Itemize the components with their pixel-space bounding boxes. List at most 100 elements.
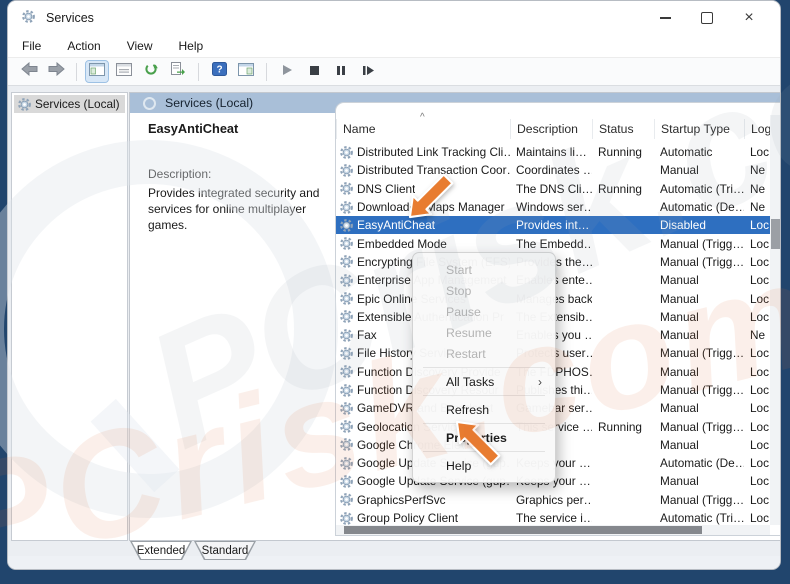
column-header-startup-type[interactable]: Startup Type: [654, 118, 744, 139]
table-row[interactable]: FaxEnables you …ManualNe: [336, 326, 780, 344]
gear-icon: [340, 475, 353, 488]
table-row[interactable]: GameDVR and BroadcastGamebar ser…ManualL…: [336, 399, 780, 417]
menu-action[interactable]: Action: [67, 39, 100, 53]
service-startup-type-cell: Manual (Trigg…: [660, 492, 744, 507]
restart-icon: [362, 63, 375, 81]
show-console-tree-button[interactable]: [85, 60, 109, 83]
service-name: Fax: [357, 328, 377, 343]
service-startup-type-cell: Manual: [660, 328, 699, 343]
table-row[interactable]: Embedded Mode The Embedd… Manual (Trigg… Lo…: [336, 234, 780, 252]
table-row[interactable]: Geolocation ServiceThis service …Running…: [336, 417, 780, 435]
gear-icon: [340, 200, 353, 214]
close-icon: ×: [744, 9, 754, 26]
stop-service-button[interactable]: [303, 61, 325, 82]
start-service-button[interactable]: [276, 61, 298, 82]
play-icon: [281, 63, 293, 81]
tab-standard[interactable]: Standard: [194, 541, 256, 560]
action-pane-icon: [238, 62, 254, 81]
table-row[interactable]: Extensible Authentication PrThe Extensib…: [336, 308, 780, 326]
vertical-scrollbar-thumb[interactable]: [771, 219, 780, 249]
gear-icon: [340, 511, 353, 525]
table-row[interactable]: Function Discovery ProvideThe FDPHOS…Man…: [336, 363, 780, 381]
table-row[interactable]: Distributed Link Tracking Cli… Maintains …: [336, 143, 780, 161]
service-description-cell: Graphics per…: [516, 492, 592, 507]
sort-ascending-icon: ^: [420, 112, 425, 123]
show-action-pane-button[interactable]: [235, 61, 257, 82]
service-startup-type-cell: Manual: [660, 291, 699, 306]
service-startup-type-cell: Automatic (De…: [660, 200, 744, 215]
window-controls: ×: [644, 1, 770, 35]
table-row[interactable]: Enterprise App ManagementEnables ente…Ma…: [336, 271, 780, 289]
service-name: Embedded Mode: [357, 236, 447, 251]
stop-icon: [309, 63, 320, 81]
gear-icon: [340, 310, 353, 324]
services-list: ^ NameDescriptionStatusStartup TypeLog O…: [335, 102, 780, 536]
service-name: Distributed Link Tracking Cli…: [357, 145, 510, 160]
gear-icon: [340, 237, 353, 251]
service-description-cell: Windows ser…: [516, 200, 592, 215]
gear-icon: [340, 145, 353, 159]
service-name: GraphicsPerfSvc: [357, 492, 446, 507]
horizontal-scrollbar-thumb[interactable]: [344, 526, 702, 534]
export-list-button[interactable]: [167, 61, 189, 82]
window-title: Services: [46, 11, 94, 25]
context-menu-item-all-tasks[interactable]: All Tasks ›: [413, 371, 555, 392]
service-name-cell: Distributed Link Tracking Cli…: [336, 145, 510, 159]
console-tree-icon: [89, 62, 105, 81]
service-startup-type-cell: Automatic: [660, 145, 713, 160]
maximize-button[interactable]: [686, 1, 728, 35]
tab-label: Extended: [132, 542, 190, 559]
service-startup-type-cell: Automatic (Tri…: [660, 511, 744, 526]
service-name: Group Policy Client: [357, 511, 458, 526]
service-description-cell: The DNS Cli…: [516, 181, 592, 196]
horizontal-scrollbar[interactable]: [336, 525, 770, 535]
column-header-description[interactable]: Description: [510, 118, 592, 139]
service-name-cell: GraphicsPerfSvc: [336, 493, 510, 507]
table-row[interactable]: Google Update Service (gup…Keeps your …M…: [336, 472, 780, 490]
service-name-cell: Embedded Mode: [336, 237, 510, 251]
menu-help[interactable]: Help: [179, 39, 204, 53]
menu-view[interactable]: View: [127, 39, 153, 53]
table-row[interactable]: Google Update Service (gup…Keeps your …A…: [336, 454, 780, 472]
help-toolbar-button[interactable]: ?: [208, 61, 230, 82]
context-menu-item-pause: Pause: [446, 304, 481, 319]
description-label: Description:: [148, 167, 212, 181]
table-row[interactable]: GraphicsPerfSvc Graphics per… Manual (Trig…: [336, 491, 780, 509]
panel-content: EasyAntiCheat Description: Provides inte…: [130, 102, 780, 540]
properties-toolbar-button[interactable]: [113, 61, 135, 82]
properties-icon: [116, 62, 132, 81]
table-row[interactable]: Google Chrome ElevationManualLoc: [336, 436, 780, 454]
table-row[interactable]: Function Discovery ResourPublishes thi…M…: [336, 381, 780, 399]
gear-icon: [340, 383, 353, 397]
selected-service-name: EasyAntiCheat: [148, 121, 239, 136]
sidebar-item-services-local[interactable]: Services (Local): [14, 95, 125, 113]
toolbar-separator: [76, 62, 77, 81]
back-button[interactable]: [18, 61, 40, 82]
close-button[interactable]: ×: [728, 1, 770, 35]
gear-icon: [340, 292, 353, 305]
service-status-cell: Running: [598, 181, 642, 196]
restart-service-button[interactable]: [357, 61, 379, 82]
view-tabs: Extended Standard: [130, 541, 256, 560]
service-name-cell: Group Policy Client: [336, 511, 510, 525]
column-header-status[interactable]: Status: [592, 118, 654, 139]
pause-service-button[interactable]: [330, 61, 352, 82]
minimize-button[interactable]: [644, 1, 686, 35]
table-row[interactable]: File History ServiceProtects user…Manual…: [336, 344, 780, 362]
table-row[interactable]: Encrypting File System (EFS)Provides the…: [336, 253, 780, 271]
tab-extended[interactable]: Extended: [130, 541, 192, 560]
vertical-scrollbar[interactable]: [770, 115, 780, 525]
service-description-cell: Provides int…: [516, 218, 590, 233]
menu-file[interactable]: File: [22, 39, 41, 53]
gear-icon: [340, 182, 353, 196]
service-description-cell: Maintains li…: [516, 145, 587, 160]
forward-button[interactable]: [45, 61, 67, 82]
tree-item-label: Services (Local): [35, 97, 120, 111]
refresh-toolbar-button[interactable]: [140, 61, 162, 82]
service-startup-type-cell: Automatic (Tri…: [660, 181, 744, 196]
annotation-arrow-properties: [455, 420, 501, 466]
gear-icon: [340, 164, 353, 177]
table-row[interactable]: Epic Online ServicesManages backgr…Manua…: [336, 289, 780, 307]
gear-icon: [340, 273, 353, 287]
maximize-icon: [701, 12, 713, 24]
